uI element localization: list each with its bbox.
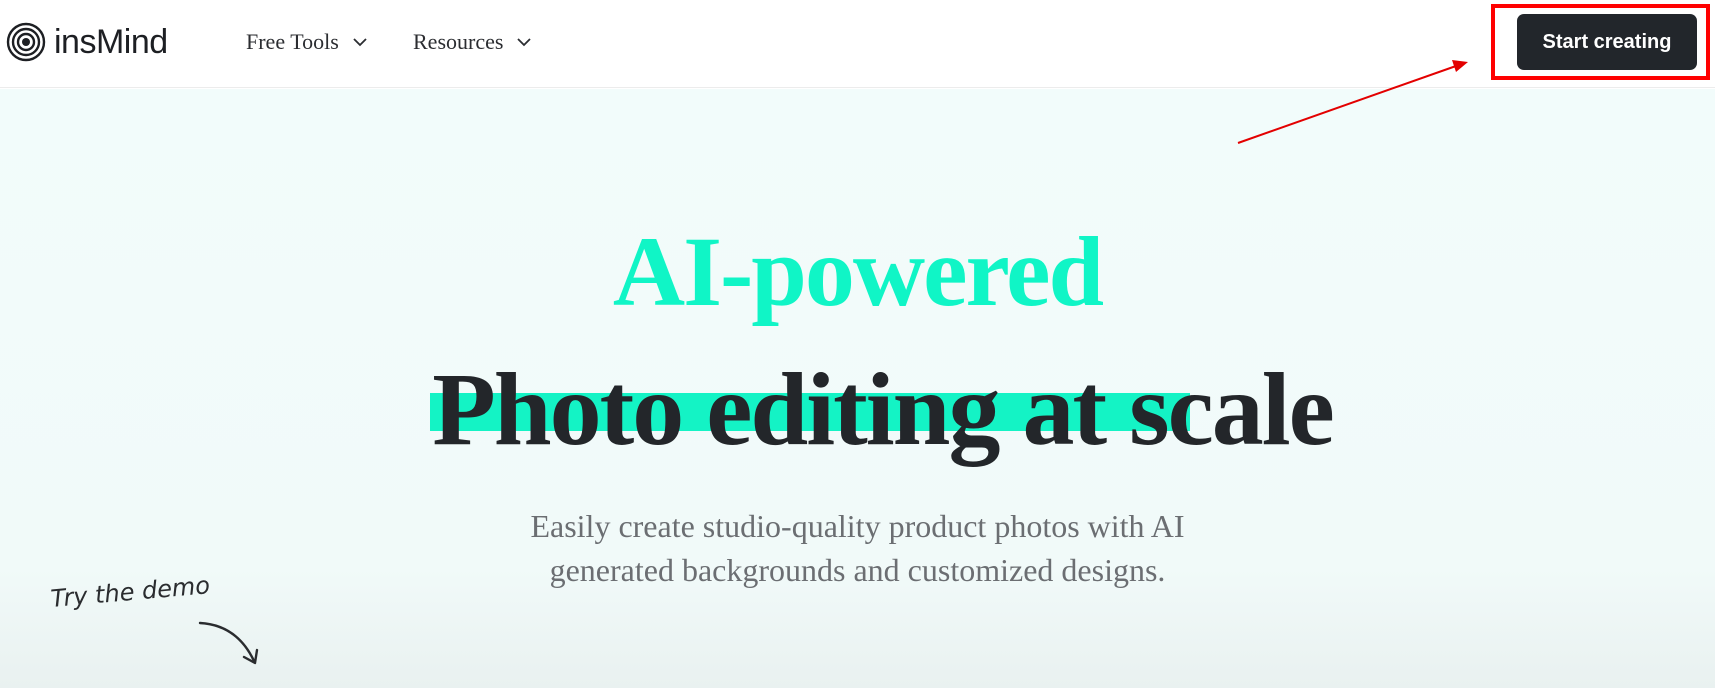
hero-accent-heading: AI-powered (612, 216, 1104, 327)
hero-subtitle-line1: Easily create studio-quality product pho… (530, 508, 1185, 544)
hero-subtitle: Easily create studio-quality product pho… (0, 504, 1715, 592)
nav-free-tools[interactable]: Free Tools (246, 24, 369, 60)
logo-icon (6, 22, 46, 62)
logo-text: insMind (54, 22, 168, 61)
start-creating-button[interactable]: Start creating (1517, 14, 1697, 70)
chevron-down-icon (353, 38, 367, 47)
site-header: insMind Free Tools Resources Start creat… (0, 0, 1715, 88)
try-demo-callout: Try the demo (50, 571, 282, 685)
nav-free-tools-label: Free Tools (246, 29, 339, 54)
nav-resources-label: Resources (413, 29, 504, 54)
nav-resources[interactable]: Resources (413, 24, 533, 60)
logo[interactable]: insMind (6, 18, 168, 66)
hero-main-heading: Photo editing at scale (432, 352, 1335, 467)
curved-arrow-icon (198, 621, 259, 665)
chevron-down-icon (517, 38, 532, 47)
